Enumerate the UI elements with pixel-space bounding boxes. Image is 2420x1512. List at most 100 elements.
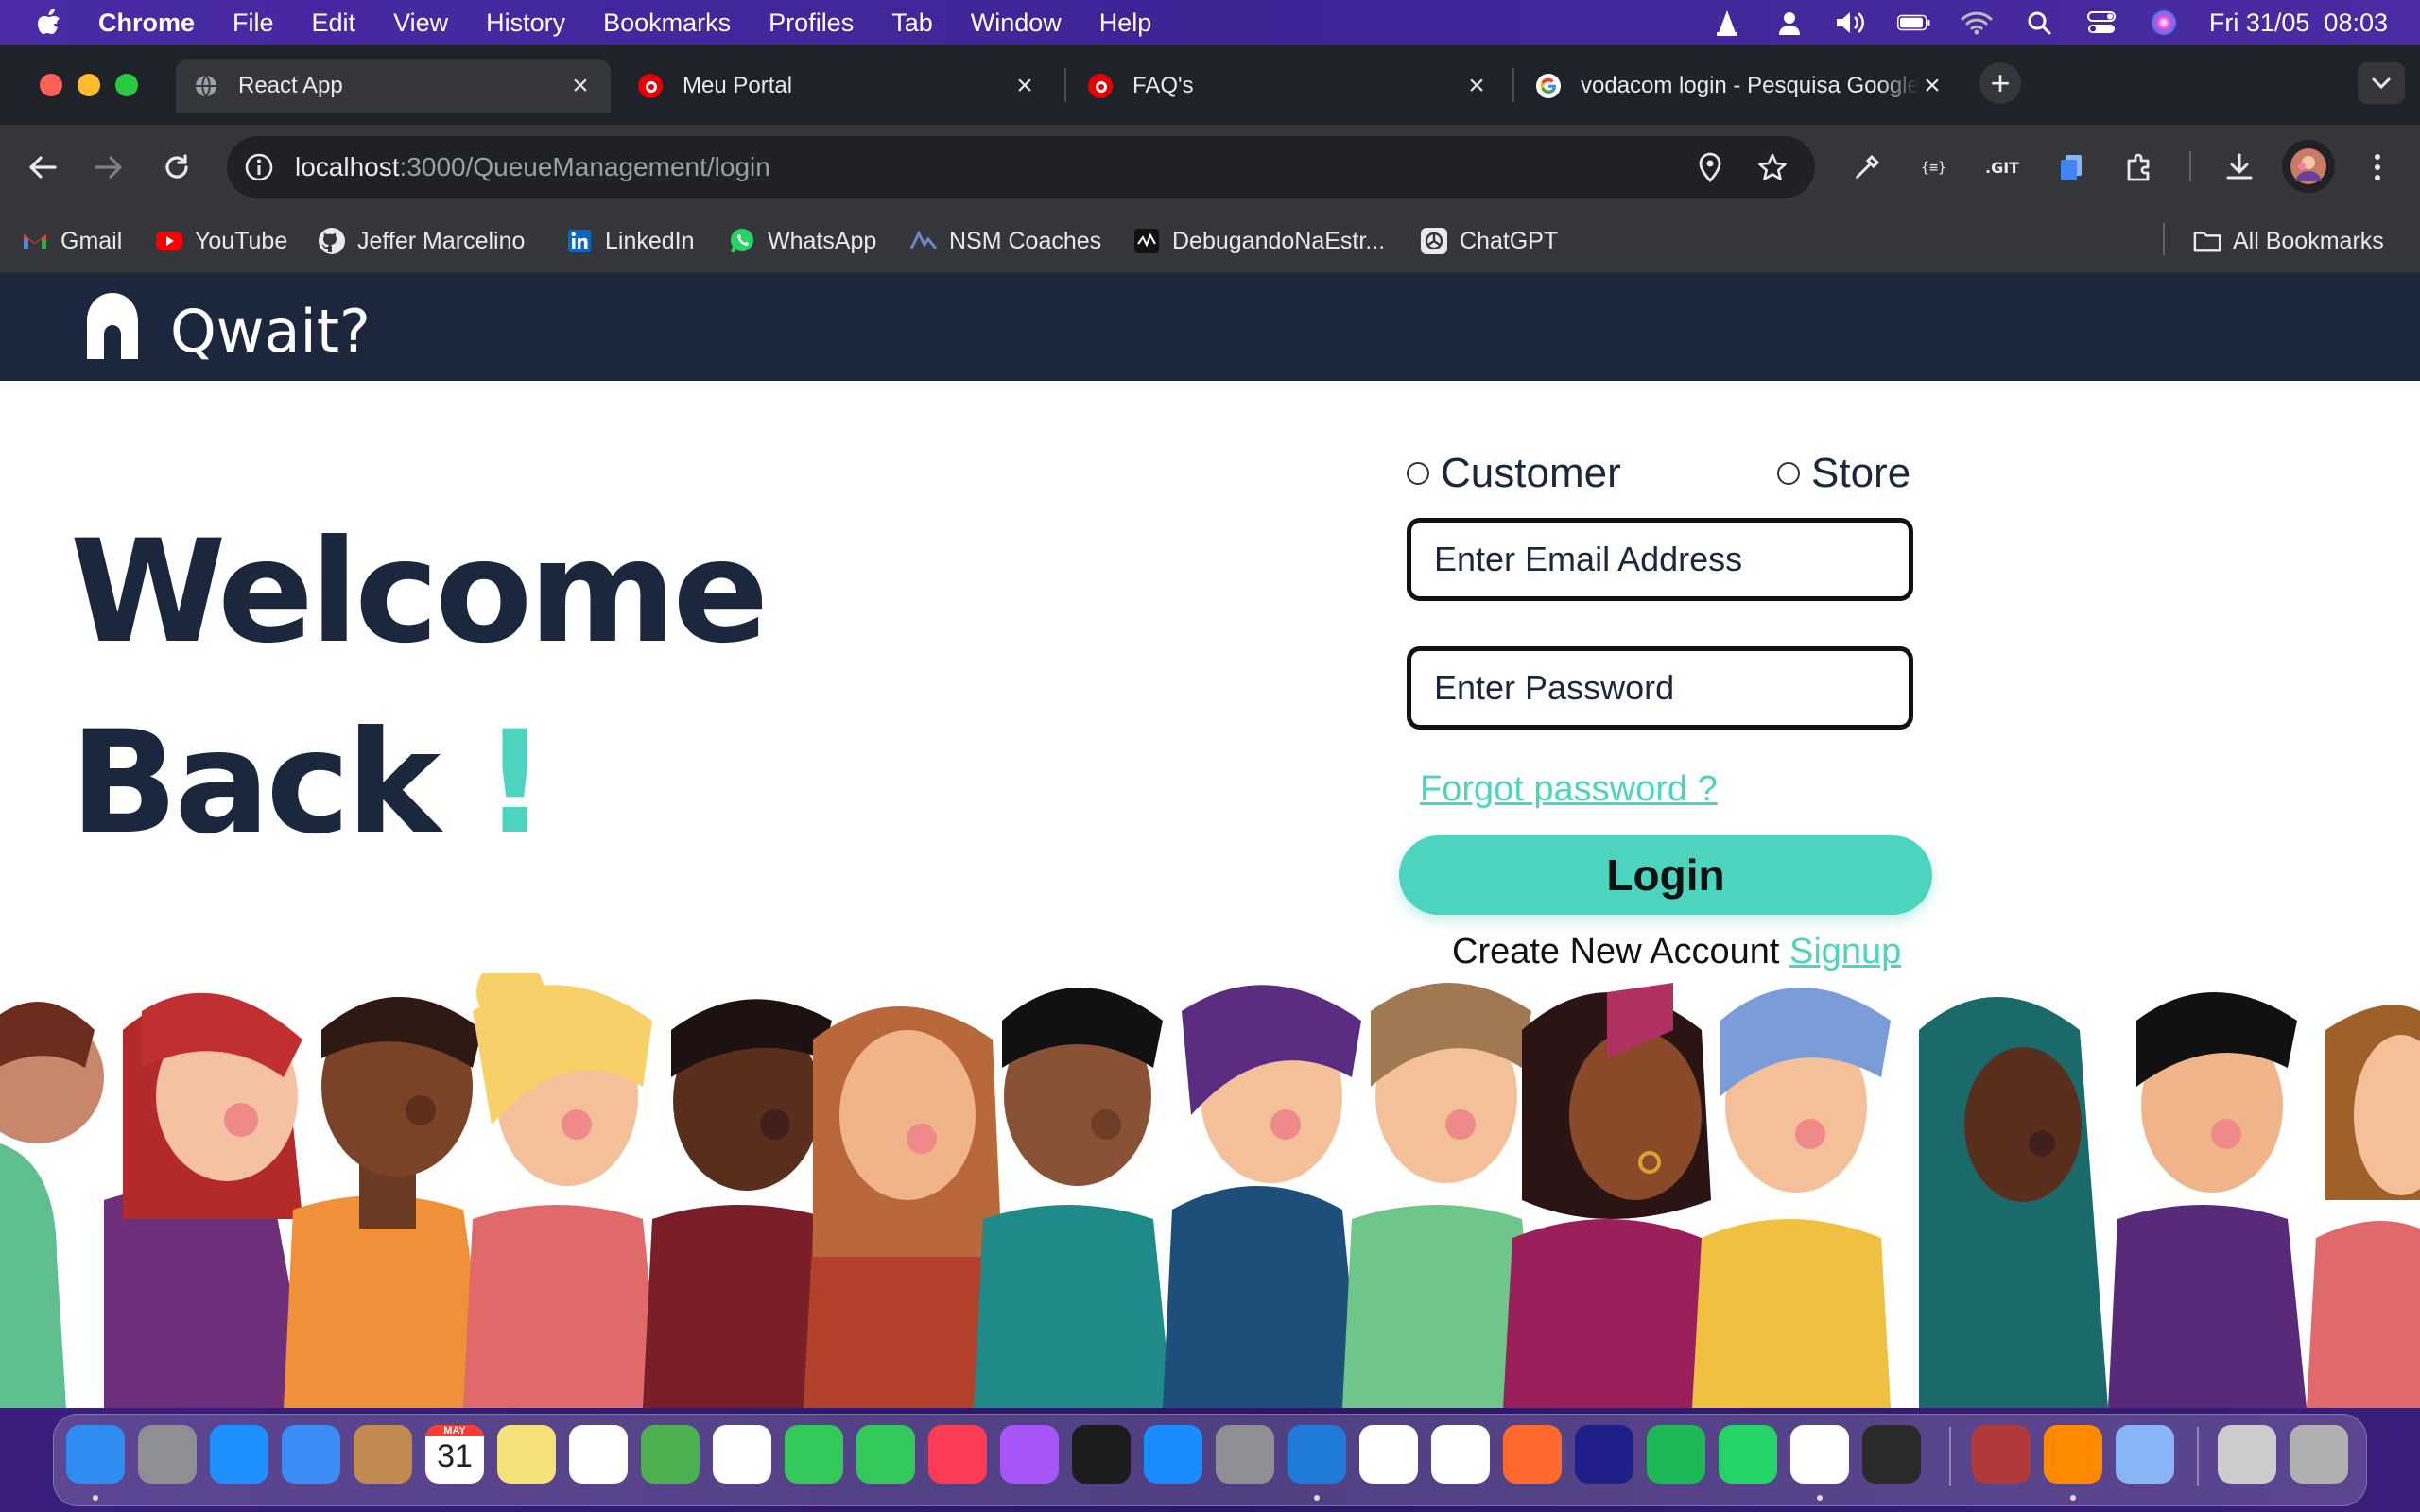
- tab-react-app[interactable]: React App ×: [176, 59, 611, 113]
- apple-tv-icon[interactable]: [1072, 1425, 1131, 1484]
- control-center-icon[interactable]: [2084, 9, 2118, 37]
- email-field[interactable]: Enter Email Address: [1407, 518, 1913, 601]
- trash-icon[interactable]: [2290, 1425, 2348, 1484]
- tab-google-search[interactable]: vodacom login - Pesquisa Google ×: [1518, 59, 1962, 113]
- preview-icon[interactable]: [2116, 1425, 2174, 1484]
- copy-extension-icon[interactable]: [2049, 146, 2093, 189]
- chrome-menu-icon[interactable]: [2356, 146, 2399, 189]
- user-icon[interactable]: [1772, 9, 1806, 37]
- menu-bookmarks[interactable]: Bookmarks: [603, 9, 731, 38]
- facetime-icon[interactable]: [856, 1425, 915, 1484]
- bookmark-whatsapp[interactable]: WhatsApp: [728, 219, 876, 263]
- brand-name[interactable]: Qwait?: [170, 297, 371, 366]
- app-store-icon[interactable]: [1144, 1425, 1202, 1484]
- forward-button[interactable]: [85, 144, 132, 191]
- radio-customer-circle[interactable]: [1407, 462, 1429, 485]
- radio-store[interactable]: Store: [1777, 450, 1910, 497]
- eyedropper-extension-icon[interactable]: [1845, 146, 1889, 189]
- launchpad-icon[interactable]: [138, 1425, 197, 1484]
- bookmark-gmail[interactable]: Gmail: [21, 219, 122, 263]
- minimize-window-button[interactable]: [78, 74, 100, 96]
- volume-icon[interactable]: [1835, 9, 1869, 37]
- site-info-icon[interactable]: [242, 150, 276, 184]
- siri-icon[interactable]: [2147, 9, 2181, 37]
- tab-meu-portal[interactable]: Meu Portal ×: [620, 59, 1055, 113]
- spotlight-icon[interactable]: [2022, 9, 2056, 37]
- menu-datetime[interactable]: Fri 31/05 08:03: [2209, 9, 2388, 38]
- maps-icon[interactable]: [641, 1425, 700, 1484]
- chrome-icon[interactable]: [1790, 1425, 1849, 1484]
- safari-icon[interactable]: [210, 1425, 268, 1484]
- photos-icon[interactable]: [713, 1425, 771, 1484]
- password-field[interactable]: Enter Password: [1407, 646, 1913, 730]
- bookmark-star-icon[interactable]: [1751, 146, 1794, 189]
- close-icon[interactable]: ×: [567, 70, 594, 101]
- reload-button[interactable]: [153, 144, 200, 191]
- spotify-icon[interactable]: [1647, 1425, 1705, 1484]
- calendar-31-icon[interactable]: [1431, 1425, 1490, 1484]
- signup-link[interactable]: Signup: [1789, 932, 1901, 971]
- scanner-icon[interactable]: [2218, 1425, 2276, 1484]
- notes-icon[interactable]: [497, 1425, 556, 1484]
- new-tab-button[interactable]: +: [1979, 62, 2021, 104]
- extensions-puzzle-icon[interactable]: [2118, 146, 2161, 189]
- menu-help[interactable]: Help: [1099, 9, 1152, 38]
- json-extension-icon[interactable]: {≡}: [1913, 146, 1957, 189]
- mail-icon[interactable]: [282, 1425, 340, 1484]
- vlc-icon[interactable]: [2044, 1425, 2102, 1484]
- intellij-icon[interactable]: [1575, 1425, 1634, 1484]
- messages-icon[interactable]: [785, 1425, 843, 1484]
- qwait-logo-icon[interactable]: [83, 291, 142, 361]
- whatsapp-icon[interactable]: [1719, 1425, 1777, 1484]
- zoom-window-button[interactable]: [115, 74, 138, 96]
- calendar-icon[interactable]: MAY 31: [425, 1425, 484, 1484]
- system-settings-icon[interactable]: [1216, 1425, 1274, 1484]
- sketch-icon[interactable]: [1503, 1425, 1562, 1484]
- people-crowd-illustration: [0, 973, 2420, 1408]
- finder-icon[interactable]: [66, 1425, 125, 1484]
- vscode-icon[interactable]: [1288, 1425, 1346, 1484]
- dictionary-icon[interactable]: [1972, 1425, 2031, 1484]
- menu-file[interactable]: File: [233, 9, 274, 38]
- bookmark-debugando[interactable]: DebugandoNaEstr...: [1132, 219, 1385, 263]
- menu-tab[interactable]: Tab: [891, 9, 933, 38]
- tab-faqs[interactable]: FAQ's ×: [1070, 59, 1507, 113]
- bookmark-nsm-coaches[interactable]: NSM Coaches: [909, 219, 1101, 263]
- download-icon[interactable]: [2218, 146, 2261, 189]
- podcasts-icon[interactable]: [1000, 1425, 1059, 1484]
- menu-history[interactable]: History: [486, 9, 565, 38]
- bookmark-chatgpt[interactable]: ChatGPT: [1420, 219, 1558, 263]
- notion-icon[interactable]: [1359, 1425, 1418, 1484]
- wifi-icon[interactable]: [1960, 9, 1994, 37]
- bookmark-github[interactable]: Jeffer Marcelino: [318, 219, 525, 263]
- menu-app-name[interactable]: Chrome: [98, 9, 195, 38]
- menu-window[interactable]: Window: [971, 9, 1062, 38]
- bookmark-linkedin[interactable]: LinkedIn: [565, 219, 695, 263]
- address-bar[interactable]: localhost:3000/QueueManagement/login: [227, 136, 1815, 198]
- location-icon[interactable]: [1688, 146, 1732, 189]
- close-icon[interactable]: ×: [1463, 70, 1490, 101]
- tab-search-button[interactable]: [2358, 62, 2405, 104]
- close-icon[interactable]: ×: [1011, 70, 1038, 101]
- close-icon[interactable]: ×: [1919, 70, 1945, 101]
- music-icon[interactable]: [928, 1425, 987, 1484]
- vlc-icon[interactable]: [1710, 9, 1744, 37]
- back-button[interactable]: [19, 144, 66, 191]
- apple-icon[interactable]: [36, 9, 64, 37]
- git-extension-icon[interactable]: .GIT: [1981, 146, 2025, 189]
- bookmark-youtube[interactable]: YouTube: [155, 219, 287, 263]
- all-bookmarks-button[interactable]: All Bookmarks: [2193, 219, 2384, 263]
- forgot-password-link[interactable]: Forgot password ?: [1420, 769, 1718, 810]
- quicktime-icon[interactable]: [1862, 1425, 1921, 1484]
- menu-edit[interactable]: Edit: [312, 9, 356, 38]
- profile-avatar[interactable]: [2282, 140, 2335, 193]
- close-window-button[interactable]: [40, 74, 62, 96]
- contacts-icon[interactable]: [354, 1425, 412, 1484]
- radio-customer[interactable]: Customer: [1407, 450, 1621, 497]
- menu-view[interactable]: View: [393, 9, 448, 38]
- login-button[interactable]: Login: [1399, 835, 1932, 915]
- reminders-icon[interactable]: [569, 1425, 628, 1484]
- battery-icon[interactable]: [1896, 9, 1931, 37]
- radio-store-circle[interactable]: [1777, 462, 1800, 485]
- menu-profiles[interactable]: Profiles: [769, 9, 854, 38]
